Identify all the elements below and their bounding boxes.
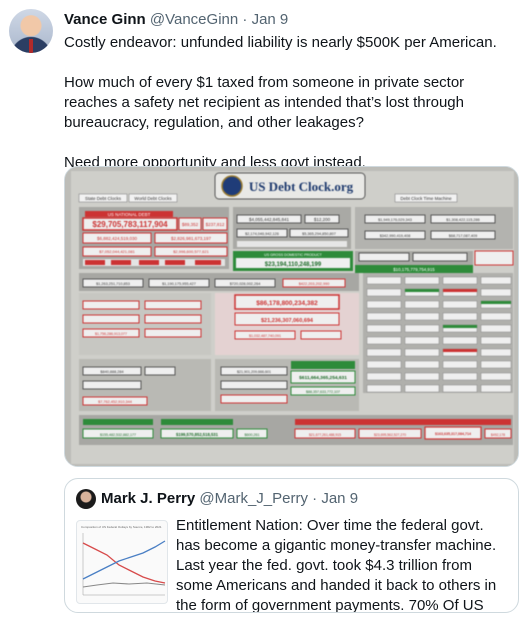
debt-per-citizen: $89,352 <box>182 222 199 227</box>
federal-deficit-2: $2,996,600,577,621 <box>173 249 209 254</box>
interest-on-debt: $422,203,202,990 <box>299 282 330 286</box>
us-federal-tax-revenue-2: $2,174,046,942,126 <box>245 232 279 236</box>
household-debt: $21,236,307,060,694 <box>261 318 314 324</box>
tab-time-machine: Debt Clock Time Machine <box>400 196 452 201</box>
tweet-image-debt-clock[interactable]: State Debt Clocks World Debt Clocks Debt… <box>64 166 519 467</box>
tab-world-debt: World Debt Clocks <box>134 196 172 201</box>
gdp-label: US GROSS DOMESTIC PRODUCT <box>264 253 323 257</box>
us-gdp-value: $23,194,110,248,199 <box>265 262 322 268</box>
us-total-debt: $86,178,800,234,382 <box>256 300 318 307</box>
money-supply: $21,901,209,666,601 <box>237 370 271 374</box>
thumbnail-title: Composition of US Federal Outlays by Sou… <box>81 525 162 529</box>
debt-per-taxpayer: $237,812 <box>206 222 225 227</box>
student-loan-debt: $1,756,286,913,077 <box>95 332 127 336</box>
tweet-date[interactable]: Jan 9 <box>252 11 289 28</box>
liability-per-citizen: $492,178 <box>491 433 505 437</box>
federal-spending: $6,882,424,519,030 <box>97 236 138 241</box>
revenue-per-citizen: $12,200 <box>314 217 331 222</box>
avatar-tie <box>29 39 33 53</box>
quoted-tweet[interactable]: Mark J. Perry @Mark_J_Perry · Jan 9 Comp… <box>64 478 519 613</box>
total-national-assets: $199,570,852,518,531 <box>176 432 219 437</box>
state-local-spending: $10,175,779,754,915 <box>393 267 435 272</box>
foreign-owned: $7,762,452,910,344 <box>98 400 132 404</box>
quoted-tweet-text: Entitlement Nation: Over time the federa… <box>176 517 497 613</box>
quoted-tweet-thumbnail: Composition of US Federal Outlays by Sou… <box>76 520 168 604</box>
author-avatar[interactable] <box>9 9 53 53</box>
medicare-liability: $21,677,261,488,915 <box>309 433 341 437</box>
debt-clock-logo: US Debt Clock.org <box>249 179 354 194</box>
ss-liability: $23,695,562,527,270 <box>374 433 406 437</box>
us-total-revenue: $5,365,294,850,807 <box>302 232 336 236</box>
assets-per-citizen: $600,261 <box>245 433 260 437</box>
us-federal-tax-revenue: $4,055,442,845,841 <box>249 217 290 222</box>
tweet[interactable]: Vance Ginn @VanceGinn · Jan 9 Costly end… <box>0 0 530 619</box>
quoted-author-handle: @Mark_J_Perry <box>199 490 308 507</box>
national-debt-label: US NATIONAL DEBT <box>108 212 151 217</box>
author-handle[interactable]: @VanceGinn <box>150 11 238 28</box>
tweet-header: Vance Ginn @VanceGinn · Jan 9 <box>64 11 288 29</box>
corporate-tax-revenue: $342,990,419,408 <box>380 234 411 238</box>
income-tax-revenue: $1,949,176,029,343 <box>378 218 412 222</box>
tariff-tax-revenue: $68,717,087,409 <box>449 234 478 238</box>
federal-deficit: $2,826,981,673,197 <box>171 236 212 241</box>
national-debt-value: $29,705,783,117,904 <box>92 220 168 229</box>
federal-spending-2: $7,052,044,421,081 <box>99 249 135 254</box>
thumbnail-chart: Composition of US Federal Outlays by Sou… <box>81 525 166 596</box>
tweet-line-2: How much of every $1 taxed from someone … <box>64 74 465 131</box>
debt-clock-image: State Debt Clocks World Debt Clocks Debt… <box>65 167 518 466</box>
household-assets: $155,482,532,882,177 <box>100 433 136 437</box>
tab-state-debt: State Debt Clocks <box>85 196 122 201</box>
tweet-text: Costly endeavor: unfunded liability is n… <box>64 33 519 173</box>
quoted-author-avatar <box>76 489 96 509</box>
per-citizen-2: $88,357,633,772,107 <box>306 390 340 394</box>
tweet-line-1: Costly endeavor: unfunded liability is n… <box>64 34 497 51</box>
quoted-tweet-date: Jan 9 <box>321 490 359 507</box>
author-name[interactable]: Vance Ginn <box>64 11 146 28</box>
quoted-tweet-header: Mark J. Perry @Mark_J_Perry · Jan 9 <box>101 490 358 508</box>
quoted-separator-dot: · <box>312 490 318 507</box>
credit-card-debt: $1,032,487,740,091 <box>249 334 281 338</box>
unfunded-liabilities: $163,635,317,084,714 <box>435 432 471 436</box>
separator-dot: · <box>242 11 248 28</box>
trade-deficit: $840,888,284 <box>100 370 123 374</box>
social-security: $1,190,175,955,427 <box>162 282 196 286</box>
quoted-author-name: Mark J. Perry <box>101 490 196 507</box>
defense-war: $720,028,002,264 <box>230 282 261 286</box>
payroll-tax-revenue: $1,308,422,115,286 <box>446 218 480 222</box>
medicare-medicaid: $1,263,251,710,853 <box>96 282 130 286</box>
current-and-debt: $611,664,365,254,631 <box>299 375 347 381</box>
